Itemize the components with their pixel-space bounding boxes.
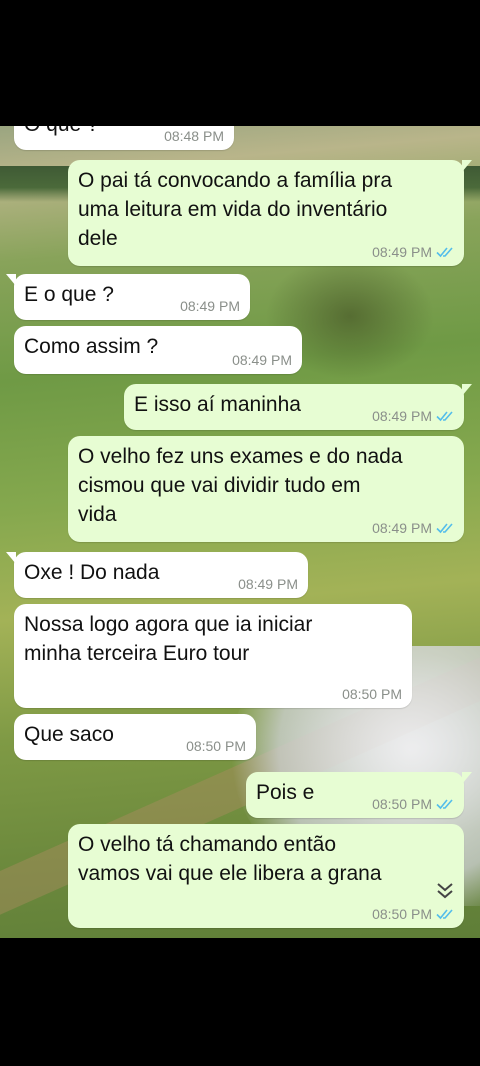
message-meta: 08:49 PM [232,352,292,368]
message-incoming[interactable]: Oxe ! Do nada 08:49 PM [6,552,308,598]
bottom-black-bar [0,938,480,1066]
message-incoming[interactable]: Nossa logo agora que ia iniciar minha te… [14,604,412,708]
message-meta: 08:49 PM [372,244,454,260]
chat-area[interactable]: O que ? 08:48 PM O pai tá convocando a f… [0,126,480,938]
message-text: O velho tá chamando então vamos vai que … [78,833,382,885]
message-outgoing[interactable]: O pai tá convocando a família pra uma le… [68,160,472,266]
message-time: 08:49 PM [372,408,432,424]
message-meta: 08:49 PM [372,408,454,424]
message-outgoing[interactable]: Pois e 08:50 PM [246,772,472,818]
message-time: 08:50 PM [186,738,246,754]
message-time: 08:48 PM [164,128,224,144]
message-meta: 08:50 PM [372,906,454,922]
message-meta: 08:49 PM [180,298,240,314]
message-outgoing[interactable]: O velho tá chamando então vamos vai que … [68,824,464,928]
message-incoming[interactable]: E o que ? 08:49 PM [6,274,250,320]
message-meta: 08:50 PM [372,796,454,812]
message-meta: 08:49 PM [372,520,454,536]
message-meta: 08:50 PM [186,738,246,754]
double-check-icon [436,411,453,422]
message-time: 08:49 PM [372,244,432,260]
message-text: O velho fez uns exames e do nada cismou … [78,445,403,526]
message-time: 08:49 PM [238,576,298,592]
message-time: 08:49 PM [372,520,432,536]
message-meta: 08:50 PM [342,686,402,702]
top-black-bar [0,0,480,126]
message-meta: 08:49 PM [238,576,298,592]
message-incoming[interactable]: Que saco 08:50 PM [14,714,256,760]
message-incoming[interactable]: O que ? 08:48 PM [14,126,234,150]
double-check-icon [436,909,453,920]
message-meta: 08:48 PM [164,128,224,144]
message-text: Nossa logo agora que ia iniciar minha te… [24,613,313,665]
double-check-icon [436,799,453,810]
message-time: 08:49 PM [180,298,240,314]
message-outgoing[interactable]: O velho fez uns exames e do nada cismou … [68,436,464,542]
message-time: 08:50 PM [372,906,432,922]
double-check-icon [436,247,453,258]
message-time: 08:49 PM [232,352,292,368]
message-time: 08:50 PM [342,686,402,702]
double-chevron-down-icon[interactable] [432,880,458,902]
double-check-icon [436,523,453,534]
message-outgoing[interactable]: E isso aí maninha 08:49 PM [124,384,472,430]
message-incoming[interactable]: Como assim ? 08:49 PM [14,326,302,374]
message-time: 08:50 PM [372,796,432,812]
message-text: O pai tá convocando a família pra uma le… [78,169,393,250]
